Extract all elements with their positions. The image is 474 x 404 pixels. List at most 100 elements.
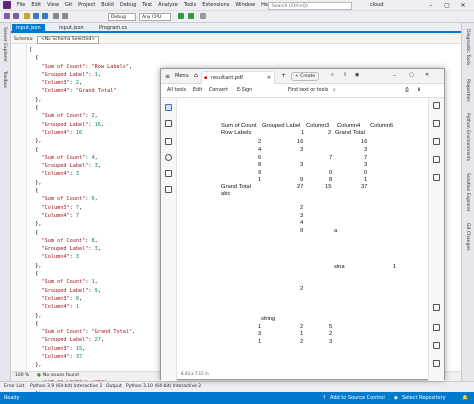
diagnostic-tools-tab[interactable]: Diagnostic Tools — [465, 29, 470, 65]
cell: 2 — [300, 286, 304, 292]
check-circle-icon: ● — [37, 373, 41, 378]
right-tool-strip: Diagnostic Tools Properties Python Envir… — [461, 23, 474, 381]
pdf-close-icon[interactable]: ✕ — [425, 72, 429, 78]
server-explorer-tab[interactable]: Server Explorer — [2, 27, 7, 62]
tab-error-list[interactable]: Error List — [4, 382, 24, 392]
account-icon[interactable]: ◉ — [355, 72, 359, 78]
fit-page-icon[interactable] — [433, 360, 440, 367]
search-icon[interactable]: ⌕ — [331, 72, 334, 78]
layers-icon[interactable] — [433, 174, 440, 181]
menu-debug[interactable]: Debug — [120, 2, 136, 8]
menu-project[interactable]: Project — [78, 2, 95, 8]
save-icon[interactable] — [33, 13, 39, 19]
schema-dropdown[interactable]: <No Schema Selected> — [37, 36, 100, 44]
minimize-icon[interactable]: – — [424, 1, 438, 10]
tab-python-interactive-2[interactable]: Python 3.10 (64-bit) Interactive 2 — [126, 382, 201, 392]
python-environments-tab[interactable]: Python Environments — [465, 113, 470, 161]
tab-python-interactive-1[interactable]: Python 3.9 (64-bit) Interactive 1 — [30, 382, 102, 392]
toolbar-tools-icon[interactable] — [200, 13, 206, 19]
find-text-button[interactable]: Find text or tools — [288, 84, 328, 98]
comment-icon[interactable] — [165, 120, 172, 127]
print-icon[interactable]: ⎙ — [405, 84, 409, 98]
menu-build[interactable]: Build — [101, 2, 114, 8]
notification-bell-icon[interactable]: 🔔 — [462, 392, 468, 404]
convert-button[interactable]: Convert — [209, 84, 228, 98]
pdf-document-tab[interactable]: ▪ resultant.pdf ✕ — [201, 71, 275, 84]
home-icon[interactable]: ⌂ — [194, 72, 198, 79]
start-without-debug-icon[interactable] — [188, 13, 194, 19]
share-icon[interactable]: ⇪ — [343, 72, 347, 78]
solution-explorer-tab[interactable]: Solution Explorer — [465, 173, 470, 212]
menu-file[interactable]: File — [17, 2, 25, 8]
redo-icon[interactable] — [62, 13, 68, 19]
menu-extensions[interactable]: Extensions — [202, 2, 229, 8]
stamp-icon[interactable] — [165, 186, 172, 193]
comments-panel-icon[interactable] — [433, 102, 440, 109]
edit-button[interactable]: Edit — [193, 84, 202, 98]
save-all-icon[interactable] — [42, 13, 48, 19]
git-changes-tab[interactable]: Git Changes — [465, 223, 470, 251]
properties-tab[interactable]: Properties — [465, 79, 470, 102]
code-line: "Grouped Label": 3, — [41, 163, 101, 170]
all-tools-button[interactable]: All tools — [167, 84, 186, 98]
text-tool-icon[interactable] — [165, 170, 172, 177]
attachments-icon[interactable] — [433, 156, 440, 163]
tab-input-json[interactable]: input.json — [55, 24, 88, 33]
thumbnails-icon[interactable] — [433, 120, 440, 127]
back-icon[interactable] — [4, 13, 10, 19]
select-cursor-icon[interactable] — [165, 104, 172, 111]
hamburger-menu-icon[interactable]: ≡ — [165, 73, 170, 80]
lasso-icon[interactable] — [165, 154, 172, 161]
start-debug-icon[interactable] — [178, 13, 184, 19]
download-icon[interactable]: ⬇ — [417, 84, 421, 98]
visual-studio-logo-icon — [3, 1, 11, 9]
add-to-source-control-button[interactable]: Add to Source Control — [330, 392, 385, 404]
select-repository-button[interactable]: Select Repository — [402, 392, 446, 404]
tools-search-icon[interactable]: ⌕ — [333, 84, 336, 98]
pdf-maximize-icon[interactable]: ▢ — [409, 72, 414, 78]
menu-label[interactable]: Menu — [175, 73, 189, 79]
code-line: }, — [29, 138, 42, 145]
menu-tools[interactable]: Tools — [184, 2, 196, 8]
page-nav-icon[interactable] — [433, 304, 440, 311]
zoom-level[interactable]: 100 % — [15, 372, 29, 380]
menu-edit[interactable]: Edit — [31, 2, 41, 8]
toolbar: Debug Any CPU — [0, 11, 474, 23]
platform-dropdown[interactable]: Any CPU — [139, 13, 171, 21]
cell: 9 — [300, 228, 304, 234]
code-line: "Sum of Count": "Grand Total", — [41, 329, 136, 336]
pdf-minimize-icon[interactable]: – — [393, 72, 396, 79]
search-input[interactable]: Search (Ctrl+Q) — [268, 2, 352, 10]
cell-a: a — [334, 228, 338, 234]
configuration-dropdown[interactable]: Debug — [108, 13, 136, 21]
create-button[interactable]: + Create — [291, 72, 320, 81]
zoom-out-icon[interactable] — [433, 342, 440, 349]
menu-window[interactable]: Window — [235, 2, 255, 8]
menu-view[interactable]: View — [47, 2, 59, 8]
forward-icon[interactable] — [13, 13, 19, 19]
cell: 4 — [258, 147, 262, 153]
tab-close-icon[interactable]: ✕ — [267, 72, 271, 84]
tab-output[interactable]: Output — [106, 382, 122, 392]
tab-input-json-active[interactable]: input.json — [12, 24, 45, 33]
bookmark-icon[interactable] — [433, 138, 440, 145]
cell: 8 — [258, 162, 262, 168]
close-icon[interactable]: ✕ — [456, 1, 470, 10]
maximize-icon[interactable]: ▢ — [440, 1, 454, 10]
code-line: "Sum of Count": 1, — [41, 279, 98, 286]
undo-icon[interactable] — [53, 13, 59, 19]
zoom-in-icon[interactable] — [433, 324, 440, 331]
new-tab-icon[interactable]: + — [281, 72, 286, 79]
cell: 16 — [297, 139, 304, 145]
menu-git[interactable]: Git — [65, 2, 72, 8]
tab-program-cs[interactable]: Program.cs — [95, 24, 131, 33]
pdf-tab-bar: ≡ Menu ⌂ ▪ resultant.pdf ✕ + + Create ⌕ … — [161, 69, 444, 84]
pen-icon[interactable] — [165, 138, 172, 145]
toolbox-tab[interactable]: Toolbox — [2, 71, 7, 88]
menu-test[interactable]: Test — [142, 2, 152, 8]
esign-button[interactable]: E-Sign — [237, 84, 252, 98]
menu-analyze[interactable]: Analyze — [158, 2, 178, 8]
cell: 2 — [329, 331, 333, 337]
new-file-icon[interactable] — [24, 13, 30, 19]
left-tool-strip: Server Explorer Toolbox — [0, 23, 11, 381]
